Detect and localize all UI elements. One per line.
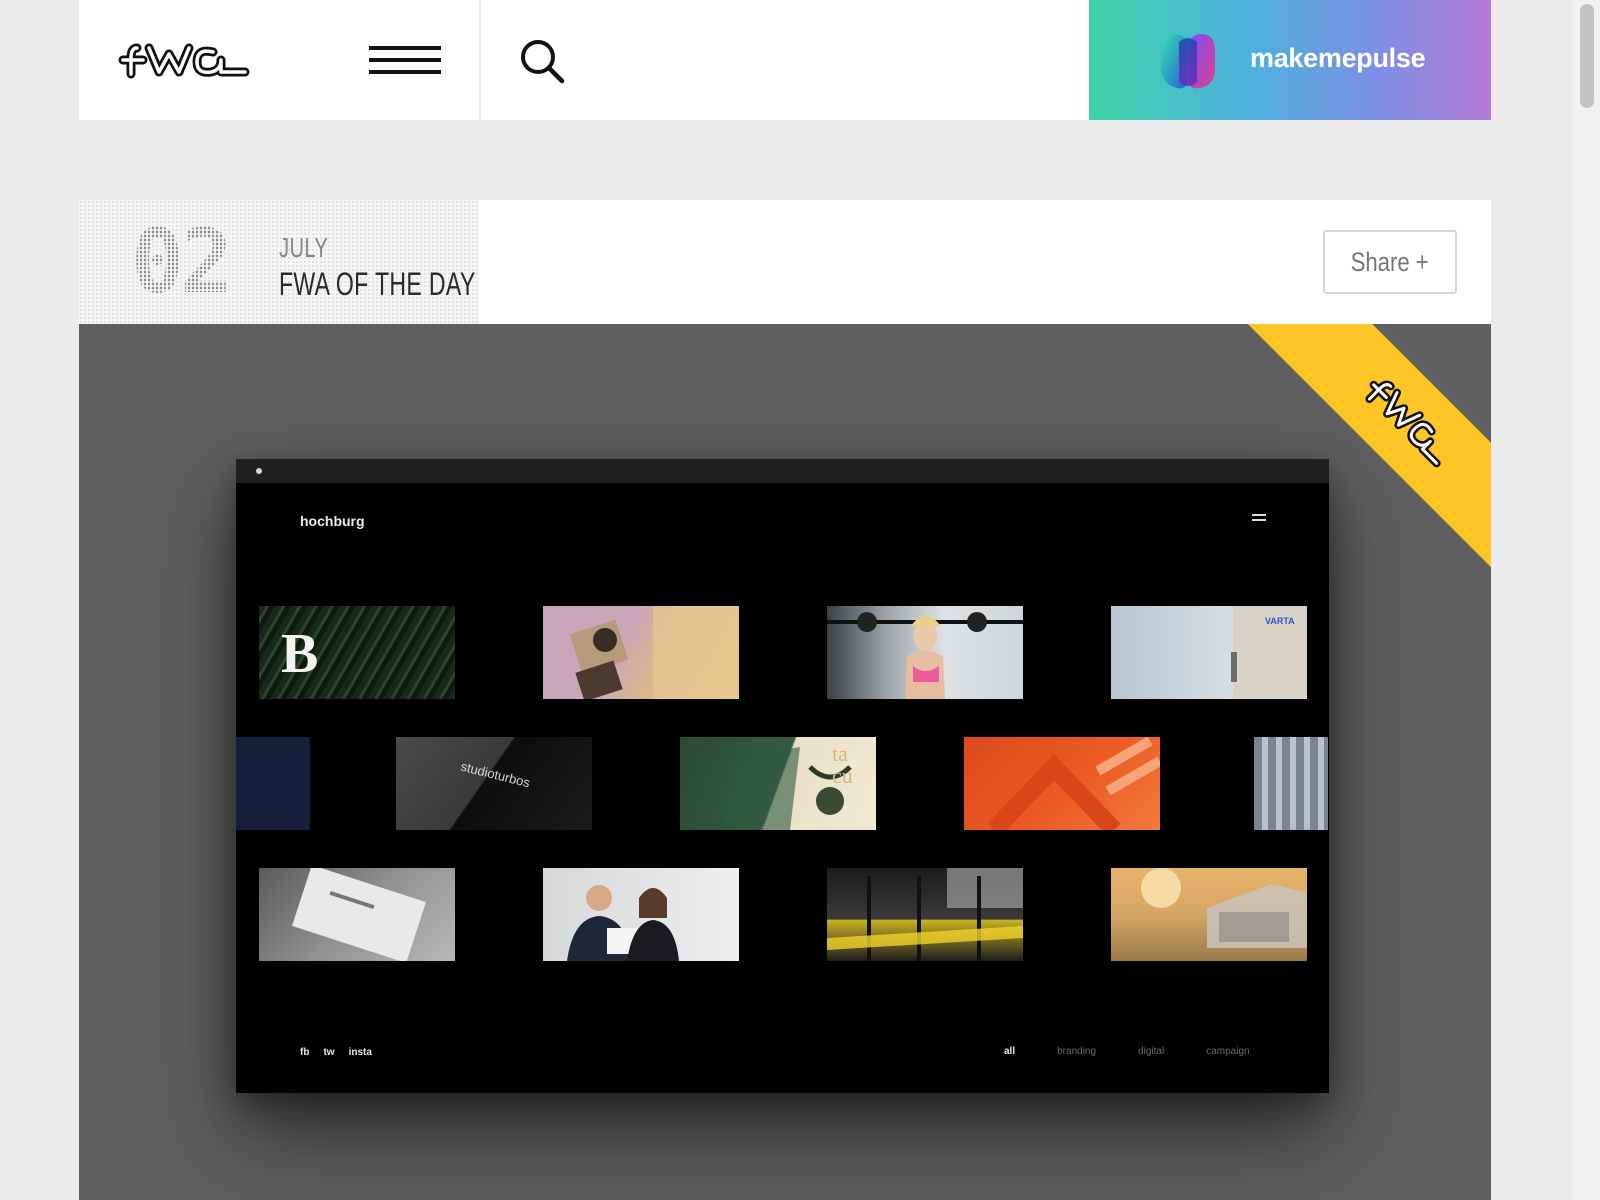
tile-gym [827, 868, 1023, 961]
fwa-ribbon-logo [1365, 380, 1441, 468]
tile-house [1111, 868, 1307, 961]
tile-cup: ta cu [680, 737, 876, 830]
tile-cup-text: ta cu [832, 741, 853, 788]
site-header: makemepulse [79, 0, 1491, 120]
logo-cell [79, 0, 481, 120]
day-number: 02 [131, 210, 233, 313]
entry-info-bar: 02 JULY FWA OF THE DAY Share + [79, 200, 1491, 324]
filter-digital: digital [1138, 1046, 1165, 1057]
screenshot-menu-icon [1252, 514, 1266, 522]
social-link-insta: insta [348, 1047, 372, 1058]
tile-building [1254, 737, 1328, 830]
window-dot [256, 468, 262, 474]
tile-studio-text: studioturbos [459, 758, 532, 791]
award-title: FWA OF THE DAY [279, 266, 476, 302]
filter-campaign: campaign [1206, 1046, 1250, 1057]
social-link-fb: fb [300, 1047, 310, 1058]
share-button-label: Share + [1350, 246, 1430, 277]
tile-cards [543, 606, 739, 699]
tile-orange [964, 737, 1160, 830]
screenshot-social-links: fb tw insta [300, 1047, 372, 1058]
screenshot-window-bar [236, 459, 1329, 483]
makemepulse-logo-icon [1161, 34, 1215, 89]
tile-card-mockup [259, 868, 455, 961]
sponsor-banner[interactable]: makemepulse [1089, 0, 1491, 120]
tile-fitness [827, 606, 1023, 699]
showcase-image[interactable]: hochburg B VARTA studioturbos ta cu fb t… [79, 324, 1491, 1200]
tile-varta-text: VARTA [1265, 616, 1295, 626]
filter-branding: branding [1057, 1046, 1097, 1057]
screenshot-filters: all branding digital campaign [1004, 1046, 1292, 1057]
month-label: JULY [279, 232, 329, 263]
scrollbar-thumb[interactable] [1580, 4, 1594, 108]
search-icon[interactable] [519, 38, 565, 84]
tile-varta: VARTA [1111, 606, 1307, 699]
tile-palm: B [259, 606, 455, 699]
tile-navy [236, 737, 310, 830]
site-screenshot: hochburg B VARTA studioturbos ta cu fb t… [236, 459, 1329, 1093]
svg-text:B: B [281, 623, 318, 685]
fwa-logo[interactable] [117, 38, 253, 82]
filter-all: all [1004, 1046, 1016, 1057]
date-block: 02 JULY FWA OF THE DAY [79, 200, 479, 324]
share-button[interactable]: Share + [1323, 230, 1457, 294]
tile-studio: studioturbos [396, 737, 592, 830]
screenshot-site-name: hochburg [300, 513, 365, 529]
menu-icon[interactable] [369, 44, 441, 76]
social-link-tw: tw [323, 1047, 335, 1058]
tile-people [543, 868, 739, 961]
sponsor-name: makemepulse [1250, 43, 1426, 73]
search-cell [481, 0, 1089, 120]
page-scrollbar[interactable] [1572, 0, 1600, 1200]
